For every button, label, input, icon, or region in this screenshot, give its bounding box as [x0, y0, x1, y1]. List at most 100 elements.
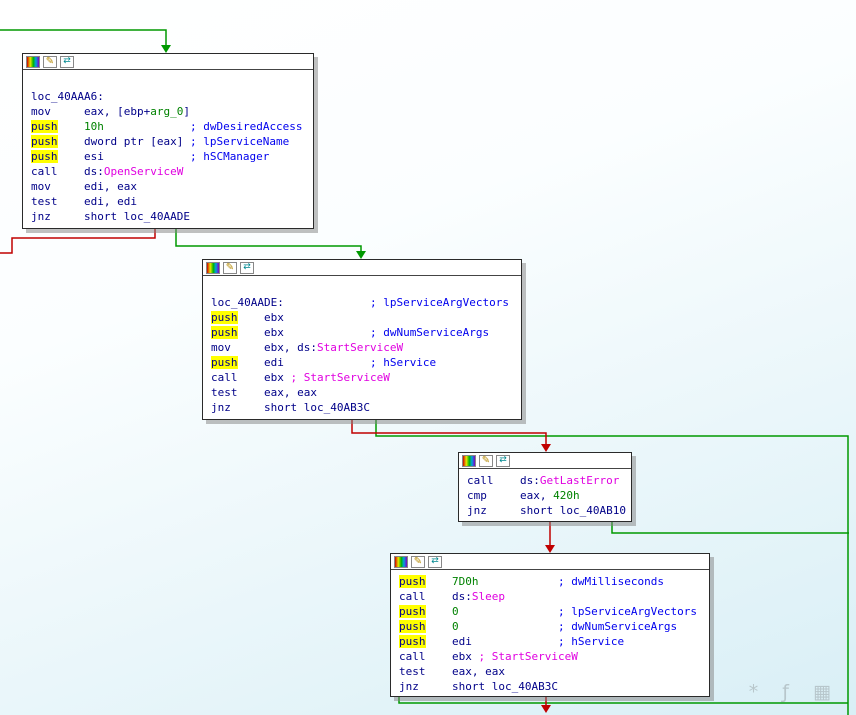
graph-node-loc_40AADE[interactable]: ✎ ⇄ loc_40AADE: ; lpServiceArgVectors pus… [202, 259, 522, 420]
asm-token[interactable]: push [211, 356, 238, 369]
asm-line[interactable]: call ds:OpenServiceW [31, 164, 305, 179]
asm-code-block[interactable]: call ds:GetLastError cmp eax, 420h jnz sho… [459, 469, 631, 524]
asm-token[interactable]: push [211, 311, 238, 324]
asm-line[interactable]: mov ebx, ds:StartServiceW [211, 340, 513, 355]
asm-token[interactable]: call ebx [211, 371, 290, 384]
asm-token[interactable]: push [399, 620, 426, 633]
asm-token[interactable]: dword ptr [eax] [58, 135, 190, 148]
asm-token[interactable] [426, 575, 453, 588]
asm-line[interactable]: call ebx ; StartServiceW [399, 649, 701, 664]
asm-token[interactable]: ; dwDesiredAccess [190, 120, 303, 133]
asm-token[interactable]: push [399, 575, 426, 588]
asm-line[interactable]: loc_40AADE: ; lpServiceArgVectors [211, 295, 513, 310]
asm-token[interactable]: ; hService [558, 635, 624, 648]
asm-code-block[interactable]: loc_40AADE: ; lpServiceArgVectors push eb… [203, 276, 521, 421]
asm-line[interactable]: push esi ; hSCManager [31, 149, 305, 164]
asm-line[interactable]: test edi, edi [31, 194, 305, 209]
asm-token[interactable]: OpenServiceW [104, 165, 183, 178]
node-title-bar[interactable]: ✎ ⇄ [391, 554, 709, 570]
asm-token[interactable]: mov eax, [ebp+ [31, 105, 150, 118]
asm-token[interactable]: jnz short loc_40AB3C [211, 401, 370, 414]
asm-token[interactable]: jnz short loc_40AADE [31, 210, 190, 223]
asm-token[interactable]: cmp eax, [467, 489, 553, 502]
asm-line[interactable]: call ds:Sleep [399, 589, 701, 604]
node-sync-icon[interactable]: ⇄ [428, 555, 442, 568]
node-color-icon[interactable] [462, 454, 476, 467]
node-color-icon[interactable] [206, 261, 220, 274]
asm-line[interactable]: push 10h ; dwDesiredAccess [31, 119, 305, 134]
asm-token[interactable]: edi [426, 635, 558, 648]
asm-line[interactable]: call ds:GetLastError [467, 473, 623, 488]
asm-token[interactable]: ; dwMilliseconds [558, 575, 664, 588]
asm-token[interactable]: test eax, eax [211, 386, 317, 399]
asm-line[interactable]: jnz short loc_40AADE [31, 209, 305, 224]
asm-token[interactable] [426, 620, 453, 633]
asm-token[interactable]: loc_40AAA6: [31, 90, 104, 103]
asm-token[interactable]: call ebx [399, 650, 478, 663]
asm-code-block[interactable]: loc_40AAA6:mov eax, [ebp+arg_0] push 10h … [23, 70, 313, 230]
asm-token[interactable]: ; hService [370, 356, 436, 369]
asm-token[interactable]: ; dwNumServiceArgs [558, 620, 677, 633]
asm-line[interactable] [211, 280, 513, 295]
asm-token[interactable]: ; lpServiceName [190, 135, 289, 148]
asm-token[interactable]: push [399, 605, 426, 618]
asm-line[interactable] [31, 74, 305, 89]
asm-token[interactable]: call ds: [467, 474, 540, 487]
asm-token[interactable]: edi [238, 356, 370, 369]
asm-token[interactable]: ; StartServiceW [478, 650, 577, 663]
graph-node-sleep-retry[interactable]: ✎ ⇄ push 7D0h ; dwMilliseconds call ds:Sl… [390, 553, 710, 697]
node-sync-icon[interactable]: ⇄ [496, 454, 510, 467]
asm-token[interactable]: ; StartServiceW [290, 371, 389, 384]
asm-token[interactable]: ; lpServiceArgVectors [370, 296, 509, 309]
asm-token[interactable]: call ds: [399, 590, 472, 603]
asm-token[interactable]: jnz short loc_40AB10 [467, 504, 626, 517]
asm-token[interactable]: ; dwNumServiceArgs [370, 326, 489, 339]
asm-line[interactable]: push edi ; hService [399, 634, 701, 649]
asm-token[interactable] [426, 605, 453, 618]
asm-token[interactable]: 0 [452, 620, 459, 633]
asm-token[interactable]: ] [183, 105, 190, 118]
asm-token[interactable]: push [31, 150, 58, 163]
asm-line[interactable]: jnz short loc_40AB10 [467, 503, 626, 518]
asm-token[interactable] [58, 120, 85, 133]
asm-line[interactable]: jnz short loc_40AB3C [211, 400, 513, 415]
asm-token[interactable]: 10h [84, 120, 104, 133]
asm-token[interactable]: push [399, 635, 426, 648]
asm-token[interactable]: esi [58, 150, 190, 163]
asm-token[interactable]: ; hSCManager [190, 150, 269, 163]
asm-token[interactable]: push [31, 120, 58, 133]
graph-node-loc_40AAA6[interactable]: ✎ ⇄ loc_40AAA6: mov eax, [ebp+arg_0] push … [22, 53, 314, 229]
asm-token[interactable]: ; lpServiceArgVectors [558, 605, 697, 618]
asm-token[interactable]: test eax, eax [399, 665, 505, 678]
asm-line[interactable]: test eax, eax [211, 385, 513, 400]
asm-line[interactable]: push ebx [211, 310, 513, 325]
asm-line[interactable]: push 0 ; lpServiceArgVectors [399, 604, 701, 619]
asm-line[interactable]: call ebx ; StartServiceW [211, 370, 513, 385]
asm-line[interactable]: loc_40AAA6: [31, 89, 305, 104]
asm-token[interactable]: ebx [238, 326, 370, 339]
asm-line[interactable]: mov edi, eax [31, 179, 305, 194]
graph-node-getlasterror[interactable]: ✎ ⇄ call ds:GetLastError cmp eax, 420h jnz… [458, 452, 632, 522]
asm-code-block[interactable]: push 7D0h ; dwMilliseconds call ds:Sleep p… [391, 570, 709, 700]
asm-line[interactable]: cmp eax, 420h [467, 488, 623, 503]
node-edit-icon[interactable]: ✎ [479, 454, 493, 467]
asm-token[interactable]: push [211, 326, 238, 339]
node-title-bar[interactable]: ✎ ⇄ [459, 453, 631, 469]
asm-token[interactable] [104, 120, 190, 133]
asm-token[interactable]: 0 [452, 605, 459, 618]
asm-line[interactable]: push 0 ; dwNumServiceArgs [399, 619, 701, 634]
asm-token[interactable]: arg_0 [150, 105, 183, 118]
node-edit-icon[interactable]: ✎ [411, 555, 425, 568]
asm-token[interactable]: 7D0h [452, 575, 479, 588]
asm-token[interactable]: mov edi, eax [31, 180, 137, 193]
asm-line[interactable]: jnz short loc_40AB3C [399, 679, 701, 694]
asm-token[interactable]: Sleep [472, 590, 505, 603]
asm-line[interactable]: test eax, eax [399, 664, 701, 679]
node-color-icon[interactable] [26, 55, 40, 68]
asm-token[interactable] [479, 575, 558, 588]
node-color-icon[interactable] [394, 555, 408, 568]
node-sync-icon[interactable]: ⇄ [60, 55, 74, 68]
asm-token[interactable]: mov ebx, ds: [211, 341, 317, 354]
asm-line[interactable]: push edi ; hService [211, 355, 513, 370]
asm-token[interactable]: test edi, edi [31, 195, 137, 208]
